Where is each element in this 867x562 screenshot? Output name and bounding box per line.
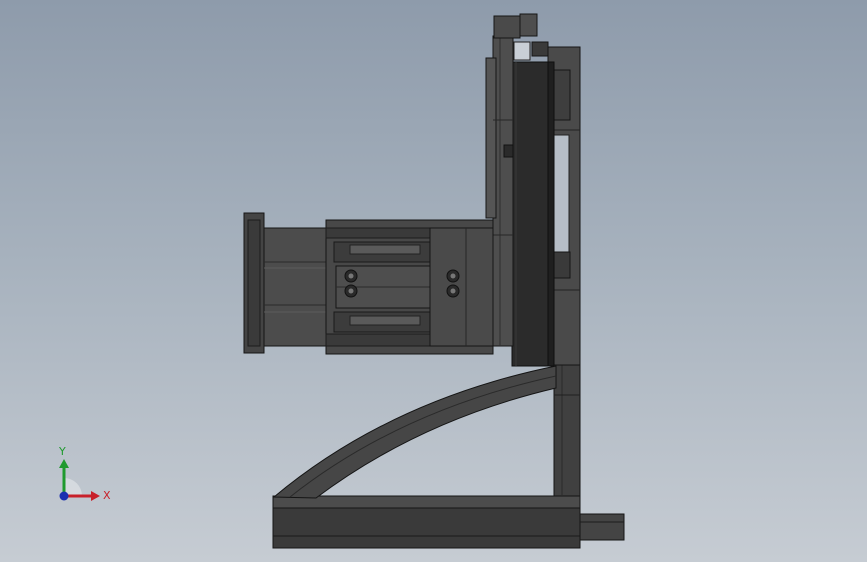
vertical-post[interactable] (553, 364, 581, 497)
x-arrowhead-icon (91, 491, 100, 501)
screw-icon (446, 269, 460, 283)
linear-actuator[interactable] (243, 212, 494, 355)
curved-support-rib[interactable] (272, 365, 557, 499)
base-plate[interactable] (272, 495, 625, 549)
screw-icon (344, 284, 358, 298)
motor-mount-plate[interactable] (511, 61, 555, 367)
y-arrowhead-icon (59, 459, 69, 468)
cad-viewport[interactable]: Y X (0, 0, 867, 562)
y-axis-label: Y (58, 445, 66, 458)
view-triad[interactable]: Y X (58, 445, 111, 502)
screw-icon (344, 269, 358, 283)
z-axis-dot-icon (59, 491, 69, 501)
screw-icon (446, 284, 460, 298)
x-axis-label: X (103, 489, 111, 502)
